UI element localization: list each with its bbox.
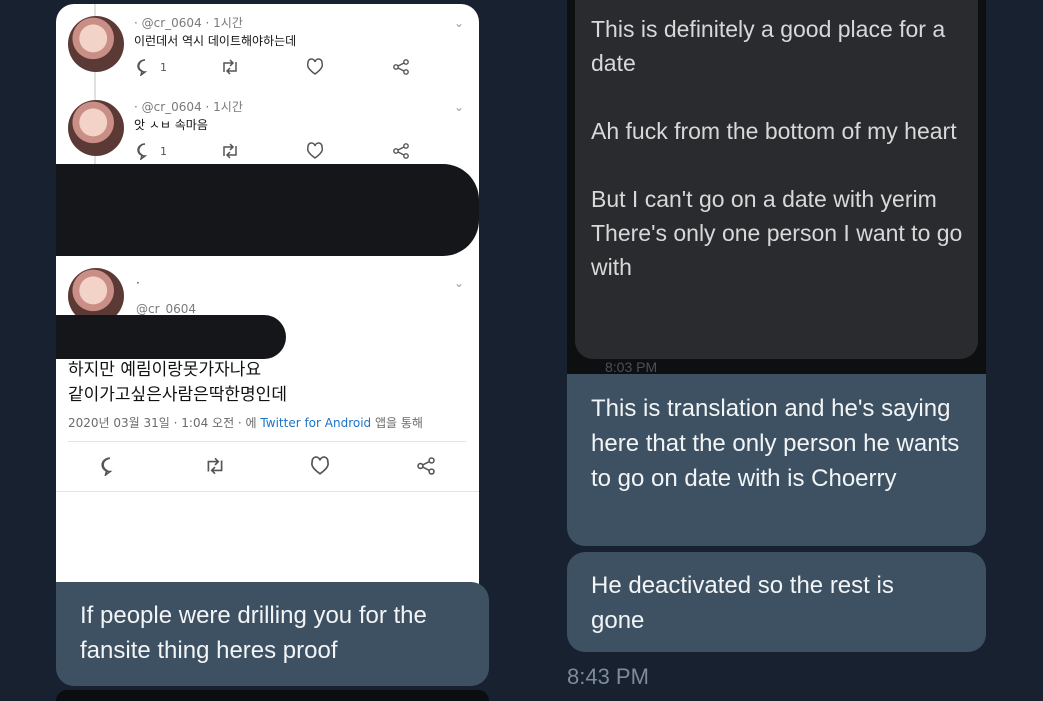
chevron-down-icon[interactable]: ⌄ [454, 100, 464, 114]
tweet-text: 이런데서 역시 데이트해야하는데 [134, 34, 297, 48]
retweet-icon[interactable] [204, 456, 226, 480]
message-timestamp: 8:43 PM [567, 664, 649, 689]
tweet-date: 2020년 03월 31일 · 1:04 오전 · 에 [68, 416, 261, 430]
tweet-actions: 1 [136, 58, 466, 78]
message-bubble: If people were drilling you for the fans… [56, 582, 489, 686]
retweet-icon[interactable] [220, 142, 240, 164]
tweet-meta: 2020년 03월 31일 · 1:04 오전 · 에 Twitter for … [68, 414, 423, 431]
reply-icon[interactable] [136, 58, 154, 80]
reply-icon[interactable] [100, 456, 120, 480]
message-bubble: This is translation and he's saying here… [567, 374, 986, 546]
reply-icon[interactable] [136, 142, 154, 164]
tweet-actions [100, 456, 450, 480]
translation-text: This is definitely a good place for a da… [591, 16, 963, 280]
reply-count: 1 [160, 61, 167, 74]
tweet-text-line: 하지만 예림이랑못가자나요 [68, 360, 262, 380]
chevron-down-icon[interactable]: ⌄ [454, 16, 464, 30]
like-icon[interactable] [310, 456, 330, 480]
message-text: This is translation and he's saying here… [591, 395, 960, 492]
redaction-block [56, 315, 286, 359]
share-icon[interactable] [392, 58, 410, 80]
share-icon[interactable] [392, 142, 410, 164]
tweet-handle: @cr_0604 [136, 302, 197, 316]
like-icon[interactable] [306, 58, 324, 80]
reply-count: 1 [160, 145, 167, 158]
retweet-icon[interactable] [220, 58, 240, 80]
client-link[interactable]: Twitter for Android [260, 416, 371, 430]
tweet-text: 앗 ㅅㅂ 속마음 [134, 118, 208, 132]
redaction-block [56, 164, 479, 256]
tweet-display-name: · [136, 276, 140, 290]
chevron-down-icon[interactable]: ⌄ [454, 276, 464, 290]
tweet-meta-suffix: 앱을 통해 [371, 416, 423, 430]
cropped-timestamp: 8:03 PM [605, 359, 658, 373]
divider [68, 441, 466, 442]
like-icon[interactable] [306, 142, 324, 164]
avatar[interactable] [68, 16, 124, 72]
tweet-handle: · @cr_0604 · 1시간 [134, 16, 243, 30]
message-bubble: He deactivated so the rest is gone [567, 552, 986, 652]
next-image-edge [56, 690, 489, 701]
tweet-text-line: 같이가고싶은사람은딱한명인데 [68, 385, 287, 405]
message-text: If people were drilling you for the fans… [80, 602, 427, 664]
tweet-actions: 1 [136, 142, 466, 162]
divider [56, 491, 479, 492]
tweet-screenshot: · @cr_0604 · 1시간 이런데서 역시 데이트해야하는데 ⌄ 1 · … [56, 4, 479, 590]
share-icon[interactable] [416, 456, 436, 480]
avatar[interactable] [68, 100, 124, 156]
tweet-handle: · @cr_0604 · 1시간 [134, 100, 243, 114]
message-text: He deactivated so the rest is gone [591, 572, 894, 634]
